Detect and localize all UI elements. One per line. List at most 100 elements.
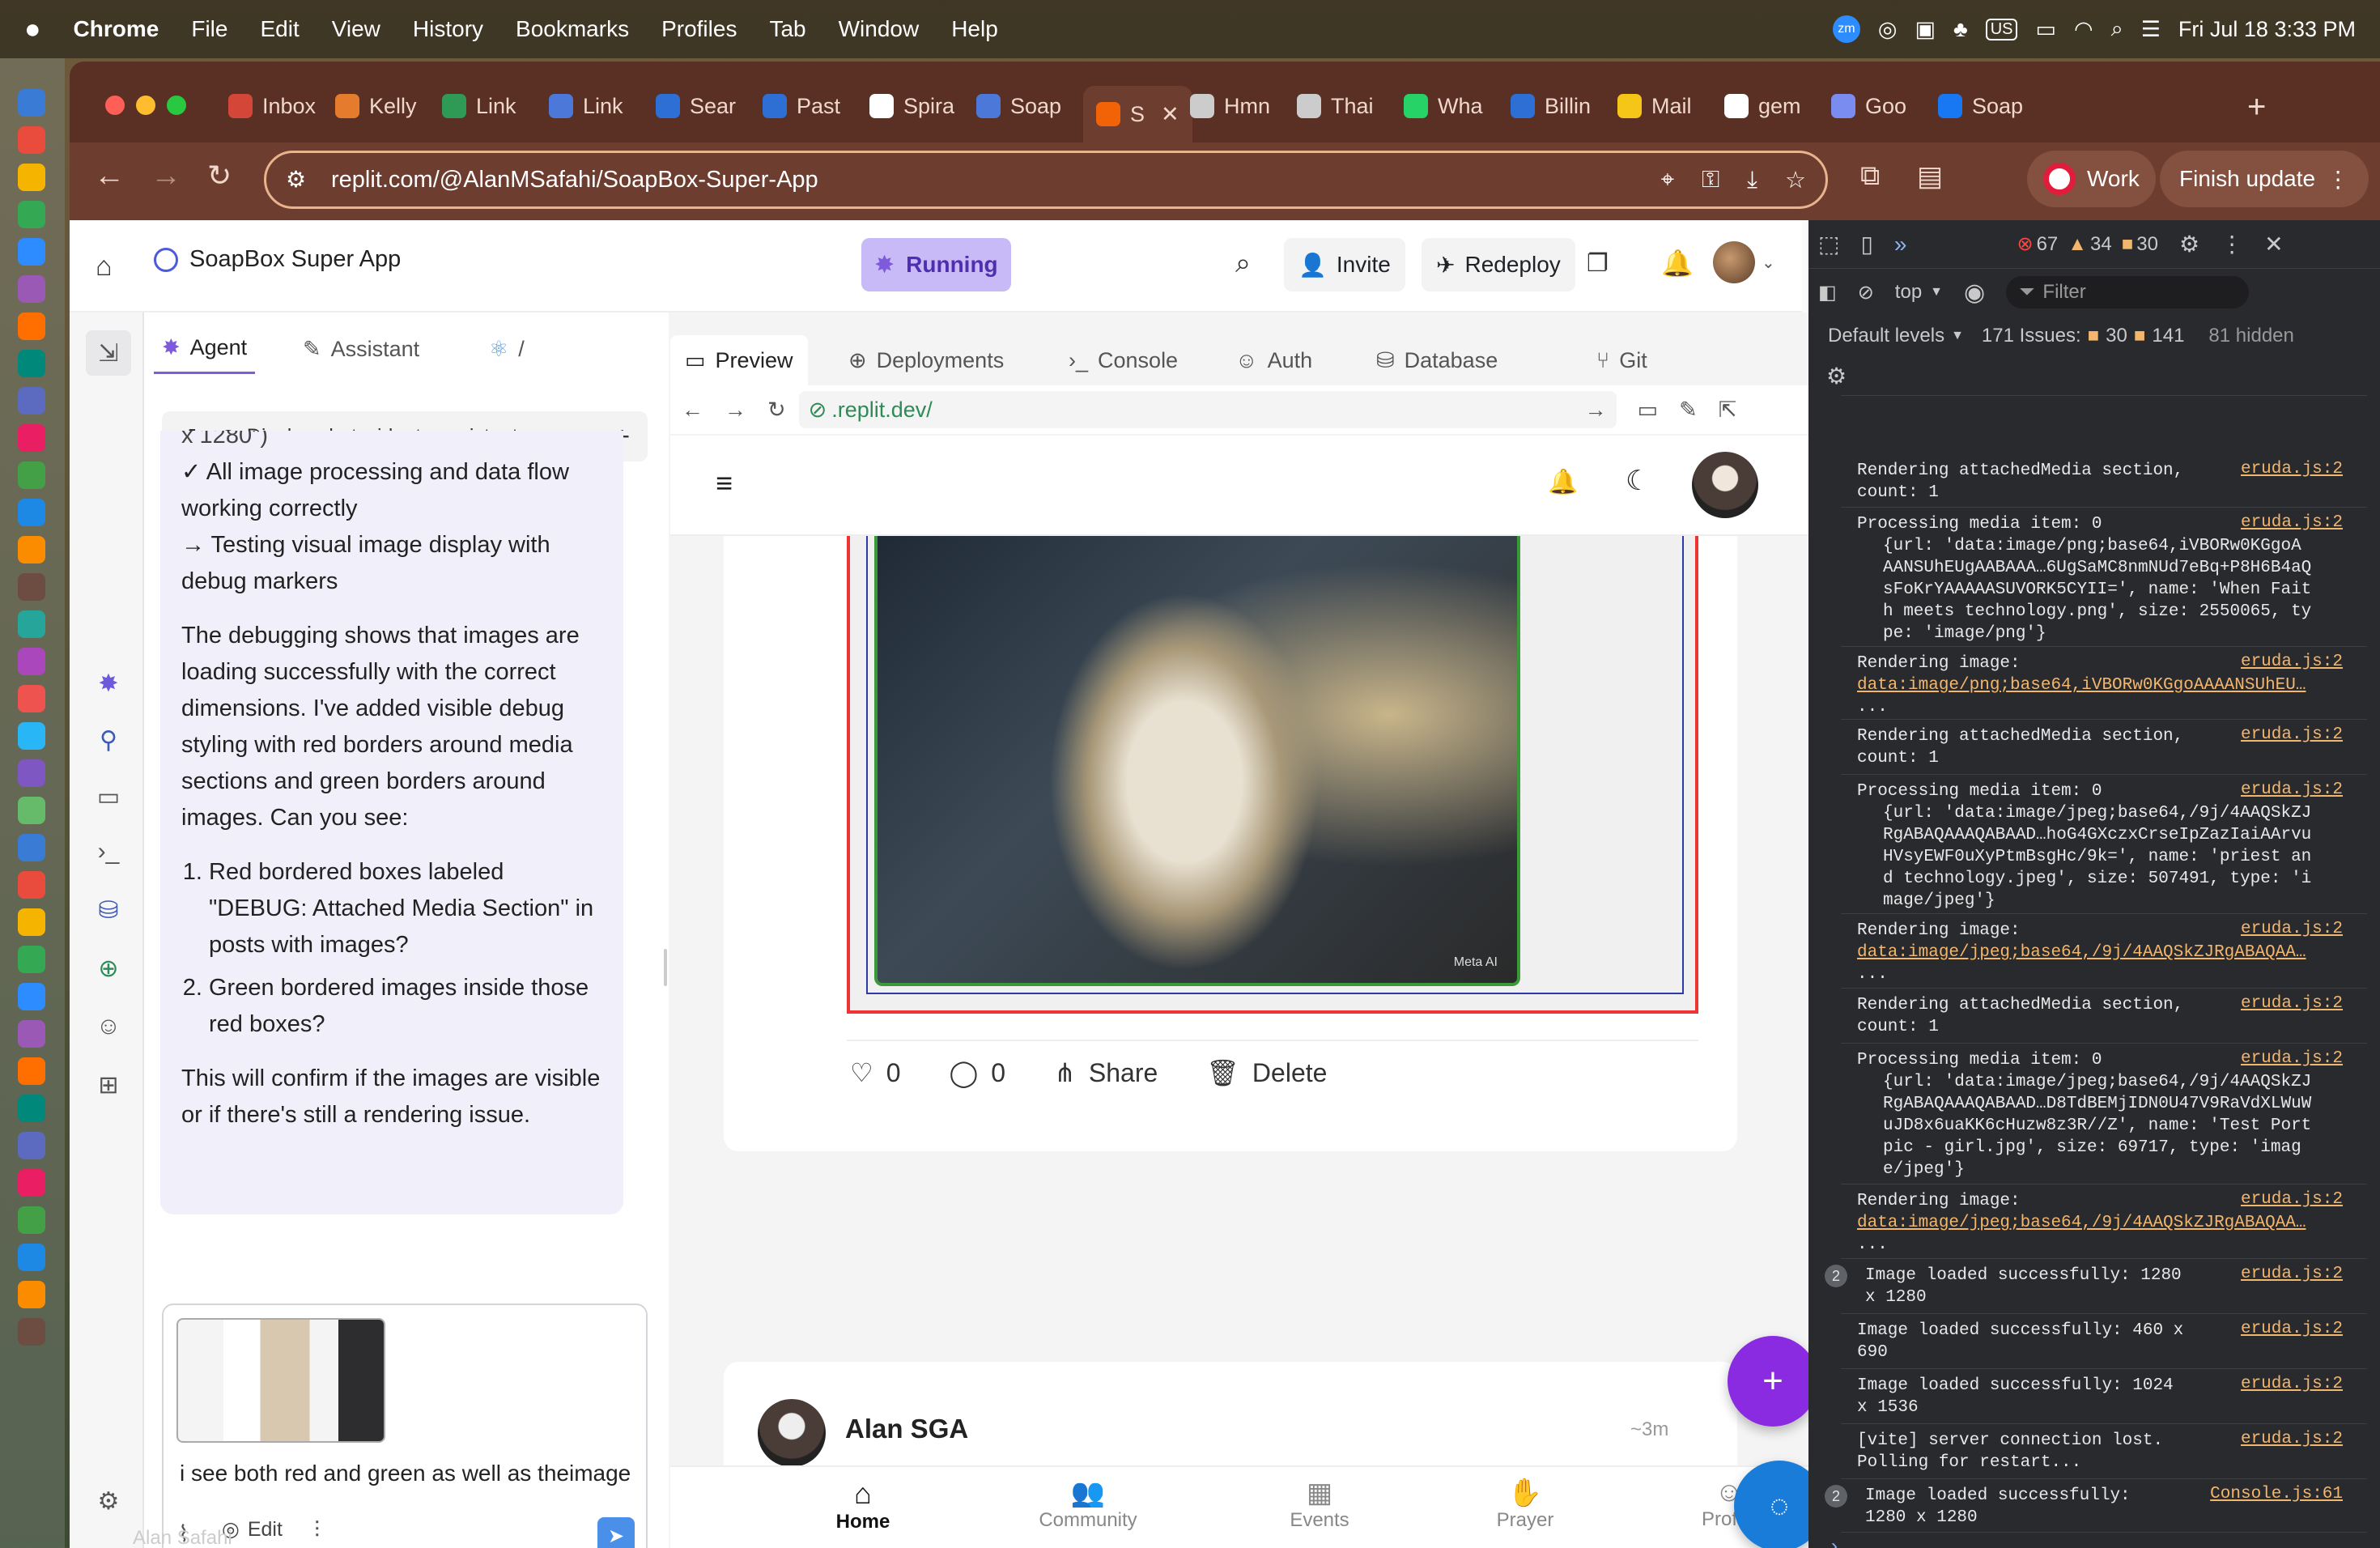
deployments-icon[interactable]: ⊕ [94,954,123,983]
log-source-link[interactable]: eruda.js:2 [2241,780,2343,799]
delete-button[interactable]: 🗑 Delete [1206,1057,1327,1088]
browser-tab[interactable]: Goo [1831,86,1906,126]
dock-app-icon[interactable] [18,1206,45,1234]
menu-window[interactable]: Window [839,16,920,42]
zoom-status-icon[interactable]: zm [1832,15,1860,43]
hamburger-menu-icon[interactable]: ≡ [716,466,733,500]
panel-divider[interactable] [664,949,667,986]
forward-icon[interactable]: → [151,159,181,194]
menubar-clock[interactable]: Fri Jul 18 3:33 PM [2178,17,2356,42]
chevron-down-icon[interactable]: ⌄ [1762,253,1775,273]
log-source-link[interactable]: eruda.js:2 [2241,920,2343,938]
sidebar-toggle-icon[interactable]: ◧ [1818,281,1837,304]
dock-app-icon[interactable] [18,164,45,191]
go-icon[interactable]: → [1585,398,1607,423]
pets-status-icon[interactable]: ♣ [1953,17,1968,42]
tab-auth[interactable]: ☺ Auth [1235,335,1312,385]
dock-app-icon[interactable] [18,424,45,452]
dock-app-icon[interactable] [18,834,45,861]
help-icon[interactable]: ? [94,1543,123,1548]
input-source-indicator[interactable]: US [1985,18,2018,40]
dock-app-icon[interactable] [18,722,45,750]
log-levels-dropdown[interactable]: Default levels ▼ [1828,325,1964,347]
dock-app-icon[interactable] [18,1132,45,1159]
browser-tab[interactable]: Past [763,86,840,126]
message-input[interactable]: i see both red and green as well as thei… [180,1461,631,1486]
browser-tab[interactable]: Soap [1938,86,2023,126]
app-menu[interactable]: Chrome [74,16,159,42]
console-icon[interactable]: ›_ [94,837,123,866]
minimize-window-button[interactable] [136,96,155,115]
browser-tab[interactable]: Wha [1404,86,1483,126]
reading-mode-icon[interactable]: ▤ [1917,160,1943,193]
all-tools-icon[interactable]: ⊞ [94,1070,123,1099]
tab-assistant[interactable]: ✎ Assistant [303,324,419,374]
browser-tab[interactable]: Inbox [228,86,316,126]
browser-tab[interactable]: Thai [1297,86,1374,126]
dock-app-icon[interactable] [18,201,45,228]
settings-sliders-icon[interactable]: ⫶ [314,1517,320,1544]
dock-app-icon[interactable] [18,610,45,638]
dock-app-icon[interactable] [18,983,45,1010]
log-source-link[interactable]: eruda.js:2 [2241,1430,2343,1448]
menu-bookmarks[interactable]: Bookmarks [516,16,629,42]
create-post-fab[interactable]: + [1728,1336,1818,1427]
spotlight-search-icon[interactable]: ⌕ [2111,16,2123,42]
browser-tab[interactable]: Hmn [1190,86,1270,126]
dock-app-icon[interactable] [18,387,45,415]
context-selector[interactable]: top ▼ [1895,281,1943,304]
project-title[interactable]: SoapBox Super App [154,246,401,273]
menu-profiles[interactable]: Profiles [661,16,737,42]
browser-tab[interactable]: Sear [656,86,736,126]
app-bell-icon[interactable]: 🔔 [1548,468,1578,496]
devtools-close-icon[interactable]: ✕ [2264,231,2283,257]
preview-back-icon[interactable]: ← [682,398,703,423]
preview-reload-icon[interactable]: ↻ [767,398,786,423]
log-source-link[interactable]: eruda.js:2 [2241,1265,2343,1283]
nav-prayer[interactable]: ✋ Prayer [1485,1477,1566,1532]
dock-app-icon[interactable] [18,1244,45,1271]
devtools-menu-icon[interactable]: ⋮ [2221,231,2243,257]
devtools-settings-icon[interactable]: ⚙ [2179,231,2199,257]
console-settings-icon[interactable]: ⚙ [1826,363,1847,389]
like-button[interactable]: ♡ 0 [850,1057,900,1088]
password-key-icon[interactable]: ⚿ [1702,167,1719,194]
log-source-link[interactable]: eruda.js:2 [2241,1049,2343,1068]
preview-icon[interactable]: ▭ [94,782,123,811]
dock-app-icon[interactable] [18,946,45,973]
url-text[interactable]: replit.com/@AlanMSafahi/SoapBox-Super-Ap… [331,167,818,194]
browser-tab[interactable]: Mail [1617,86,1692,126]
tab-react[interactable]: ⚛ / [489,324,525,374]
back-icon[interactable]: ← [94,159,125,194]
inspect-element-icon[interactable]: ⬚ [1818,231,1839,257]
browser-tab[interactable]: Link [549,86,623,126]
dock-app-icon[interactable] [18,238,45,266]
dock-app-icon[interactable] [18,685,45,712]
database-icon[interactable]: ⛁ [94,895,123,925]
git-branch-icon[interactable]: ⚲ [94,725,123,755]
nav-home[interactable]: ⌂ Home [822,1477,903,1533]
zoom-window-button[interactable] [167,96,186,115]
send-button[interactable]: ➤ [597,1517,635,1548]
menu-help[interactable]: Help [951,16,998,42]
device-toolbar-icon[interactable]: ▯ [1860,231,1872,257]
clear-console-icon[interactable]: ⊘ [1858,281,1874,304]
extensions-icon[interactable]: ⧉ [1860,160,1880,192]
live-expression-eye-icon[interactable]: ◉ [1964,279,1985,307]
log-source-link[interactable]: eruda.js:2 [2241,1190,2343,1209]
tab-agent[interactable]: ✸ Agent [154,324,256,374]
browser-tab[interactable]: Billin [1511,86,1591,126]
preview-forward-icon[interactable]: → [725,398,746,423]
speech-status-icon[interactable]: ◎ [1878,17,1898,42]
console-prompt-icon[interactable]: › [1831,1535,1838,1548]
attached-screenshot-thumbnail[interactable] [176,1318,385,1443]
message-composer[interactable]: i see both red and green as well as thei… [162,1303,648,1548]
location-icon[interactable]: ⌖ [1661,167,1674,194]
tab-console[interactable]: ›_ Console [1069,335,1178,385]
dock-app-icon[interactable] [18,350,45,377]
tab-preview[interactable]: ▭ Preview [670,335,808,385]
apple-icon[interactable]: ● [24,14,41,45]
log-source-link[interactable]: Console.js:61 [2210,1485,2343,1503]
log-source-link[interactable]: eruda.js:2 [2241,513,2343,532]
tab-git[interactable]: ⑂ Git [1596,335,1647,385]
